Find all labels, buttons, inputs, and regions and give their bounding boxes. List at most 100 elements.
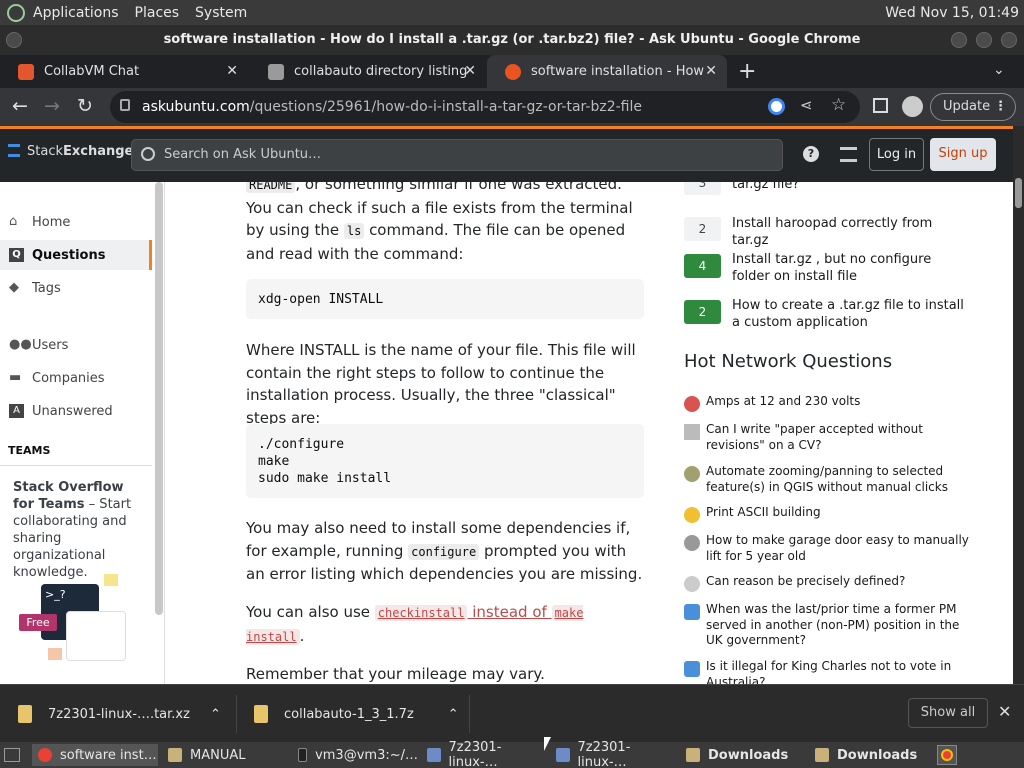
system-logo-icon[interactable] [7, 3, 25, 22]
maximize-button[interactable] [976, 32, 992, 48]
tag-icon: ◆ [9, 280, 19, 295]
close-tab-icon[interactable]: ✕ [226, 63, 238, 79]
new-tab-plus-icon[interactable]: + [738, 59, 756, 84]
reload-icon[interactable]: ↻ [77, 95, 93, 117]
inline-code: configure [408, 543, 480, 560]
related-question-link[interactable]: Install tar.gz , but no configure folder… [732, 251, 972, 285]
window-menu-button[interactable] [6, 32, 22, 48]
answer-paragraph: Where INSTALL is the name of your file. … [246, 341, 636, 427]
nav-label: Questions [32, 247, 106, 263]
window-title-bar: software installation - How do I install… [0, 25, 1024, 55]
site-icon [684, 466, 700, 482]
profile-avatar-icon[interactable] [902, 96, 923, 117]
back-arrow-icon[interactable]: ← [12, 95, 28, 117]
stackexchange-logo[interactable]: StackExchange [27, 144, 133, 159]
side-panel-icon[interactable] [873, 98, 888, 113]
google-icon[interactable] [768, 98, 785, 115]
downloads-bar: 7z2301-linux-….tar.xz ⌃ collabauto-1_3_1.… [0, 684, 1024, 742]
nav-home[interactable]: ⌂ Home [0, 207, 152, 237]
taskbar-item[interactable]: 7z2301-linux-… [421, 740, 547, 768]
download-filename: 7z2301-linux-….tar.xz [48, 706, 190, 722]
taskbar-item[interactable]: 7z2301-linux-… [550, 740, 676, 768]
nav-unanswered[interactable]: A Unanswered [0, 396, 152, 426]
applications-menu[interactable]: Applications [33, 0, 127, 25]
teams-promo: Stack Overflow for Teams – Start collabo… [0, 465, 152, 684]
tab-askubuntu[interactable]: software installation - How do ✕ [487, 55, 727, 88]
minimize-button[interactable] [951, 32, 967, 48]
forward-arrow-icon[interactable]: → [44, 95, 60, 117]
related-question-link[interactable]: tar.gz file? [732, 182, 972, 193]
page-viewport: ⌂ Home Q Questions ◆ Tags ●● Users ▬ Companie… [0, 182, 1013, 684]
site-switcher-icon[interactable] [840, 147, 857, 162]
hot-question-link[interactable]: Can I write "paper accepted without revi… [706, 422, 974, 453]
answer-paragraph: Remember that your mileage may vary. [246, 665, 545, 683]
taskbar-item[interactable]: Downloads [680, 744, 806, 766]
taskbar: software inst… MANUAL vm3@vm3:~/… 7z2301… [0, 740, 1024, 768]
close-tab-icon[interactable]: ✕ [464, 63, 476, 79]
hot-question-link[interactable]: How to make garage door easy to manually… [706, 533, 974, 564]
answer-count-badge: 3 [684, 182, 721, 195]
taskbar-label: Downloads [837, 747, 918, 763]
nav-questions[interactable]: Q Questions [0, 240, 152, 270]
url-path: /questions/25961/how-do-i-install-a-tar-… [249, 99, 642, 115]
related-question-link[interactable]: Install haroopad correctly from tar.gz [732, 215, 972, 249]
download-item[interactable]: collabauto-1_3_1.7z ⌃ [254, 685, 459, 743]
hot-question-link[interactable]: Can reason be precisely defined? [706, 574, 974, 590]
chrome-launcher-icon[interactable] [937, 745, 957, 765]
taskbar-item[interactable]: Downloads [809, 744, 935, 766]
update-button[interactable]: Update ⋮ [930, 93, 1016, 121]
clock[interactable]: Wed Nov 15, 01:49 [885, 5, 1024, 21]
search-input[interactable]: Search on Ask Ubuntu… [131, 139, 783, 171]
address-bar[interactable]: askubuntu.com/questions/25961/how-do-i-i… [110, 91, 860, 123]
close-window-button[interactable] [1001, 32, 1017, 48]
page-scrollbar[interactable] [1013, 126, 1024, 684]
directory-favicon-icon [268, 63, 284, 80]
close-downloads-icon[interactable]: ✕ [998, 702, 1011, 721]
hot-question-link[interactable]: Automate zooming/panning to selected fea… [706, 464, 974, 495]
taskbar-item[interactable]: software inst… [32, 744, 158, 766]
sidebar-scrollbar[interactable] [155, 182, 163, 615]
login-button[interactable]: Log in [869, 138, 924, 171]
download-filename: collabauto-1_3_1.7z [284, 706, 414, 722]
teams-promo-text: Stack Overflow for Teams – Start collabo… [13, 479, 145, 581]
taskbar-item[interactable]: MANUAL [162, 744, 288, 766]
related-question-link[interactable]: How to create a .tar.gz file to install … [732, 297, 972, 331]
unanswered-icon: A [9, 404, 24, 418]
paragraph-text: . [299, 626, 305, 645]
taskbar-label: 7z2301-linux-… [577, 740, 631, 768]
scrollbar-thumb[interactable] [1015, 178, 1022, 208]
help-icon[interactable]: ? [803, 146, 819, 162]
download-item[interactable]: 7z2301-linux-….tar.xz ⌃ [18, 685, 221, 743]
nav-companies[interactable]: ▬ Companies [0, 363, 152, 393]
nav-label: Users [32, 337, 69, 353]
close-tab-icon[interactable]: ✕ [705, 63, 717, 79]
hot-question-link[interactable]: Amps at 12 and 230 volts [706, 394, 974, 410]
signup-button[interactable]: Sign up [930, 138, 996, 171]
nav-users[interactable]: ●● Users [0, 330, 152, 360]
tab-collabauto-listing[interactable]: collabauto directory listing ✕ [250, 55, 486, 88]
show-all-button[interactable]: Show all [908, 698, 988, 728]
hamburger-menu-icon[interactable] [8, 144, 20, 157]
site-icon [684, 576, 700, 592]
share-icon[interactable]: ⋖ [800, 96, 813, 114]
site-icon [684, 535, 700, 551]
places-menu[interactable]: Places [127, 0, 188, 25]
tab-collabvm-chat[interactable]: CollabVM Chat ✕ [0, 55, 248, 88]
taskbar-item[interactable]: vm3@vm3:~/… [292, 744, 418, 766]
folder-icon [686, 748, 700, 762]
nav-tags[interactable]: ◆ Tags [0, 273, 152, 303]
lock-icon [120, 99, 130, 111]
hot-question-link[interactable]: When was the last/prior time a former PM… [706, 602, 974, 649]
system-menu[interactable]: System [187, 0, 255, 25]
hot-question-link[interactable]: Print ASCII building [706, 505, 974, 521]
show-desktop-icon[interactable] [4, 748, 20, 762]
chevron-up-icon[interactable]: ⌃ [210, 707, 221, 722]
askubuntu-favicon-icon [505, 63, 521, 80]
chevron-up-icon[interactable]: ⌃ [448, 707, 459, 722]
briefcase-icon: ▬ [9, 370, 22, 385]
site-icon [684, 396, 700, 412]
tab-search-chevron-icon[interactable]: ⌄ [993, 62, 1005, 78]
hot-question-link[interactable]: Is it illegal for King Charles not to vo… [706, 659, 974, 684]
taskbar-label: vm3@vm3:~/… [315, 747, 418, 763]
bookmark-star-icon[interactable]: ☆ [831, 95, 846, 115]
